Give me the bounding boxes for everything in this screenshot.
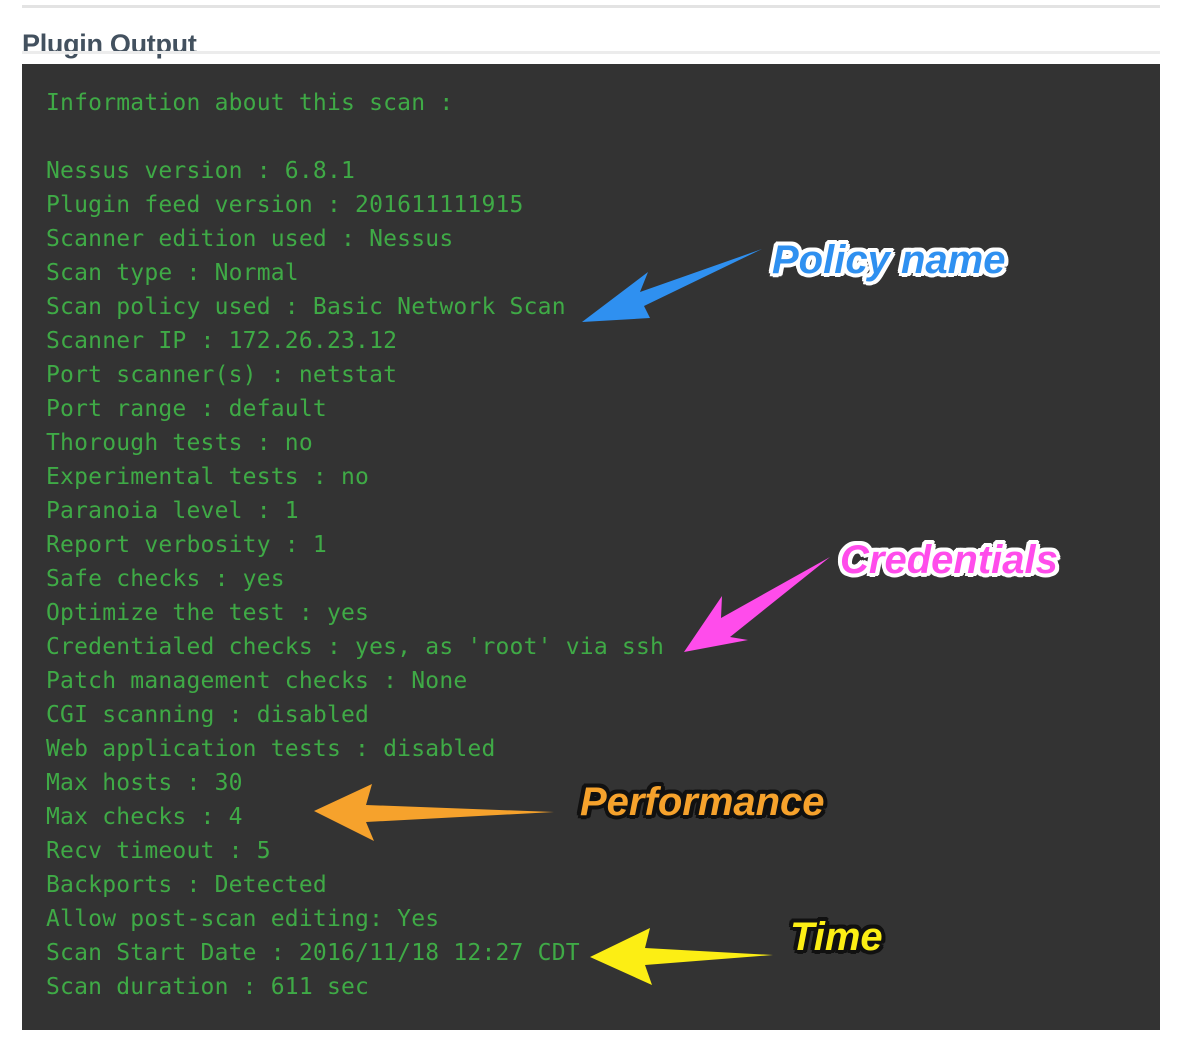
- annotation-label-credentials: Credentials: [838, 538, 1061, 583]
- plugin-output-page: Plugin Output Information about this sca…: [0, 0, 1182, 1054]
- annotation-label-policy-name: Policy name: [769, 238, 1007, 283]
- annotation-label-time: Time: [788, 915, 886, 960]
- top-divider: [22, 5, 1160, 8]
- plugin-output-text: Information about this scan : Nessus ver…: [46, 90, 665, 1000]
- page-title: Plugin Output: [22, 29, 197, 60]
- annotation-label-performance: Performance: [578, 780, 828, 825]
- title-divider: [22, 51, 1160, 54]
